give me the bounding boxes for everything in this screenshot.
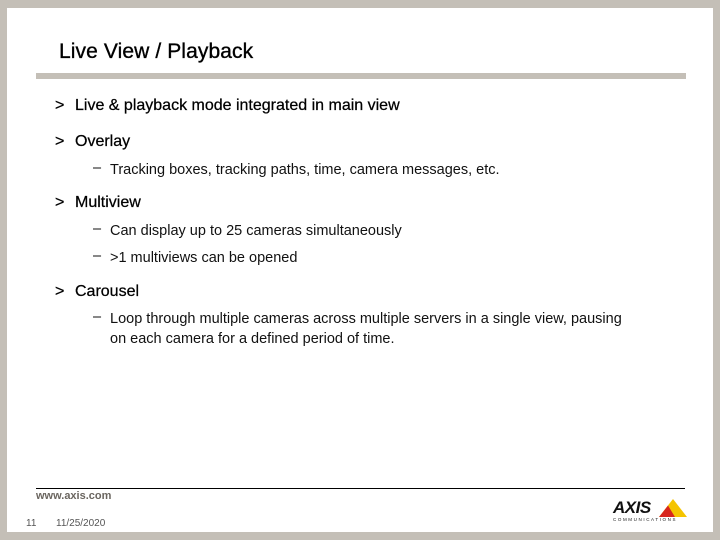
bullet-item: > Multiview: [55, 194, 141, 212]
logo-tagline: COMMUNICATIONS: [613, 517, 678, 522]
sub-bullet-marker: –: [93, 309, 102, 325]
sub-bullet-text: Tracking boxes, tracking paths, time, ca…: [110, 162, 500, 178]
sub-bullet-text: >1 multiviews can be opened: [110, 250, 298, 266]
bullet-item: > Overlay: [55, 133, 130, 151]
slide: Live View / Playback > Live & playback mo…: [7, 8, 713, 532]
sub-bullet-item: – Can display up to 25 cameras simultaneo…: [93, 221, 402, 241]
sub-bullet-marker: –: [93, 160, 102, 176]
footer-url[interactable]: www.axis.com: [36, 490, 111, 502]
footer-divider: [36, 488, 685, 489]
axis-logo: AXIS COMMUNICATIONS: [613, 498, 687, 524]
logo-triangle-icon: [659, 499, 687, 517]
bullet-item: > Carousel: [55, 283, 139, 301]
bullet-text: Multiview: [75, 194, 141, 211]
sub-bullet-item: – >1 multiviews can be opened: [93, 248, 297, 268]
bullet-marker: >: [55, 283, 65, 300]
bullet-marker: >: [55, 133, 65, 150]
bullet-item: > Live & playback mode integrated in main…: [55, 97, 400, 115]
logo-wordmark: AXIS: [613, 498, 651, 517]
sub-bullet-text: Loop through multiple cameras across mul…: [110, 311, 622, 347]
sub-bullet-marker: –: [93, 248, 102, 264]
sub-bullet-item: – Loop through multiple cameras across mu…: [93, 309, 623, 349]
sub-bullet-item: – Tracking boxes, tracking paths, time, c…: [93, 160, 500, 180]
title-underline: [36, 73, 686, 79]
sub-bullet-marker: –: [93, 221, 102, 237]
bullet-text: Carousel: [75, 283, 140, 300]
slide-title: Live View / Playback: [59, 40, 254, 63]
bullet-text: Overlay: [75, 133, 131, 150]
sub-bullet-text: Can display up to 25 cameras simultaneou…: [110, 223, 402, 239]
bullet-marker: >: [55, 194, 65, 211]
page-number: 11: [26, 518, 37, 529]
bullet-text: Live & playback mode integrated in main …: [75, 97, 400, 114]
bullet-marker: >: [55, 97, 65, 114]
footer-date: 11/25/2020: [56, 518, 106, 529]
